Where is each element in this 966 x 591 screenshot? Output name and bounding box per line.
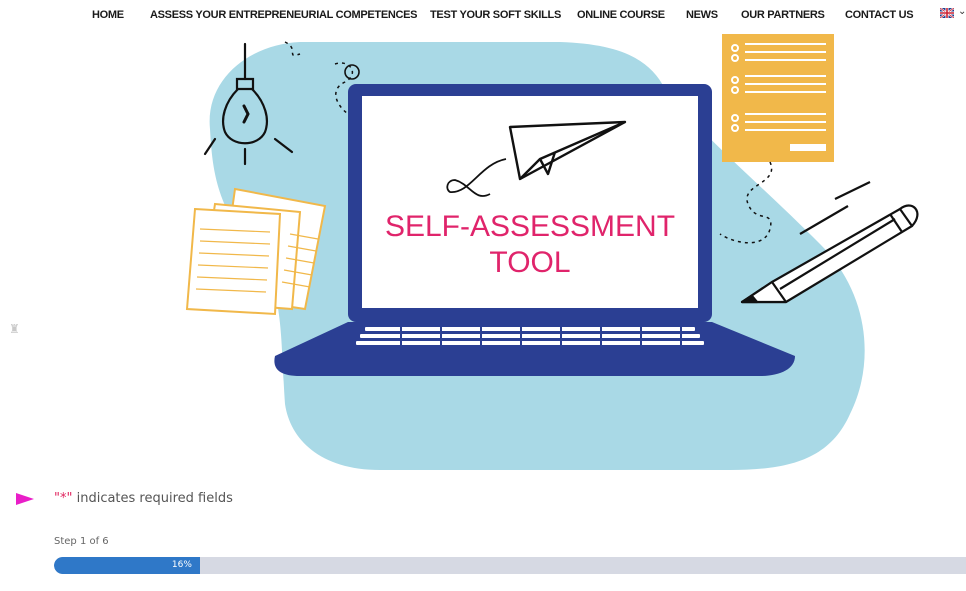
top-navigation: HOME ASSESS YOUR ENTREPRENEURIAL COMPETE…: [0, 0, 966, 34]
required-fields-text: indicates required fields: [72, 491, 233, 506]
papers-icon: [185, 187, 327, 316]
nav-our-partners[interactable]: OUR PARTNERS: [741, 9, 825, 21]
nav-contact-us[interactable]: CONTACT US: [845, 9, 914, 21]
laptop-trackpad: [490, 351, 570, 357]
nav-news[interactable]: NEWS: [686, 9, 718, 21]
chevron-down-icon[interactable]: ⌄: [958, 6, 966, 17]
progress-bar: 16%: [54, 557, 966, 574]
nav-home[interactable]: HOME: [92, 9, 124, 21]
nav-assess-competences[interactable]: ASSESS YOUR ENTREPRENEURIAL COMPETENCES: [150, 9, 418, 21]
nav-online-course[interactable]: ONLINE COURSE: [577, 9, 665, 21]
step-indicator: Step 1 of 6: [54, 536, 109, 547]
uk-flag-icon[interactable]: [940, 8, 954, 18]
laptop-keyboard: [356, 327, 704, 345]
nav-test-soft-skills[interactable]: TEST YOUR SOFT SKILLS: [430, 9, 561, 21]
hero-illustration: SELF-ASSESSMENT TOOL: [185, 34, 919, 470]
pointer-arrow-icon: [16, 493, 34, 505]
progress-bar-fill: 16%: [54, 557, 200, 574]
screen-title-line2: TOOL: [489, 246, 570, 279]
required-fields-note: "*" indicates required fields: [54, 491, 233, 506]
progress-label: 16%: [171, 560, 192, 570]
screen-title-line1: SELF-ASSESSMENT: [385, 210, 675, 243]
required-marker: "*": [54, 491, 73, 506]
checklist-document-icon: [722, 34, 834, 162]
